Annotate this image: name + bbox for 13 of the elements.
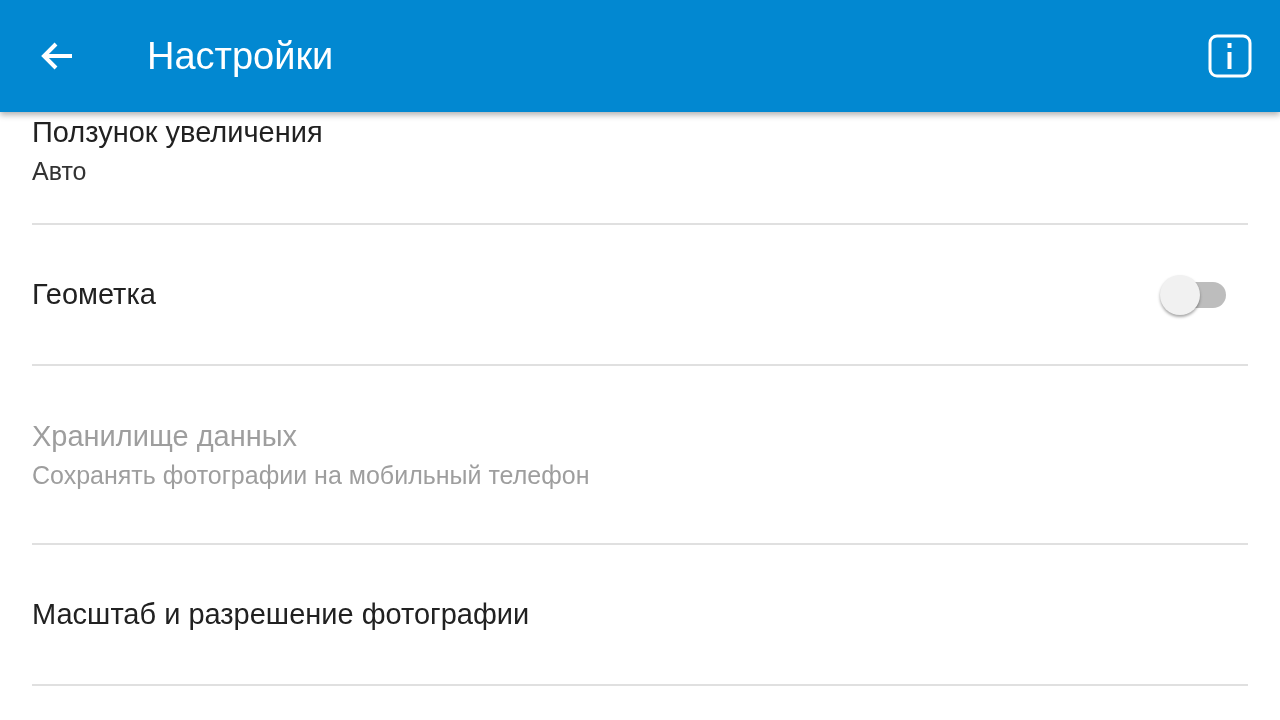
settings-row[interactable]: Ползунок увеличения Авто — [32, 112, 1248, 225]
setting-title: Геометка — [32, 278, 157, 311]
setting-summary: Авто — [32, 157, 88, 186]
settings-row[interactable]: Геометка — [32, 225, 1248, 366]
setting-title: Ползунок увеличения — [32, 116, 324, 149]
setting-summary: Сохранять фотографии на мобильный телефон — [32, 460, 591, 490]
toggle-switch[interactable] — [1160, 273, 1226, 316]
setting-title: Хранилище данных — [32, 419, 299, 453]
info-icon[interactable] — [1208, 34, 1252, 78]
screen-title: Настройки — [147, 34, 335, 78]
back-icon[interactable] — [40, 41, 74, 71]
settings-row[interactable]: Масштаб и разрешение фотографии — [32, 545, 1248, 686]
setting-title: Масштаб и разрешение фотографии — [32, 598, 531, 631]
